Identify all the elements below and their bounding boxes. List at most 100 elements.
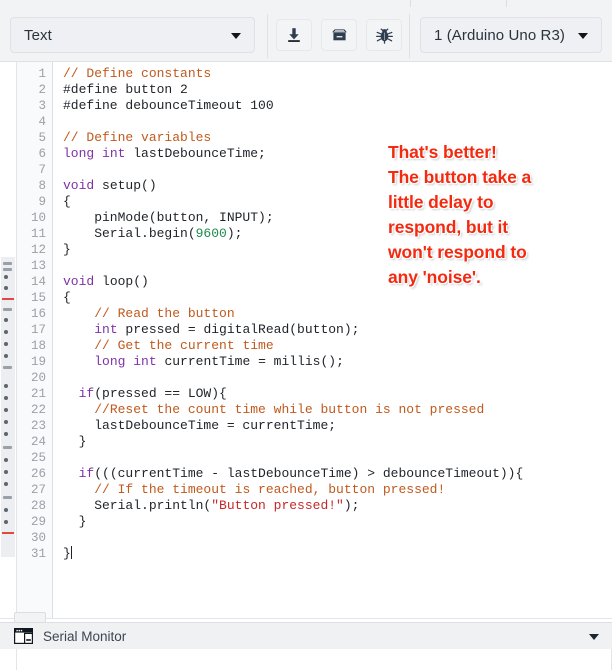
editor-minimap-scrollbar[interactable] [0,62,17,618]
code-line[interactable] [63,530,612,546]
code-line[interactable]: int pressed = digitalRead(button); [63,322,612,338]
code-token-pl: ); [226,226,243,241]
board-select[interactable]: 1 (Arduino Uno R3) [420,17,602,53]
minimap-mark [4,354,8,358]
chevron-down-icon[interactable] [589,634,599,640]
code-line[interactable]: } [63,514,612,530]
line-number: 7 [38,163,46,177]
chevron-down-icon [578,33,588,39]
line-number: 30 [30,531,46,545]
line-number: 11 [30,227,46,241]
annotation-line: little delay to [388,192,494,212]
code-line[interactable]: // Read the button [63,306,612,322]
code-line[interactable]: //Reset the count time while button is n… [63,402,612,418]
code-token-str: "Button pressed!" [211,498,344,513]
debug-button[interactable] [366,19,402,51]
archive-button[interactable] [321,19,357,51]
line-number: 4 [38,115,46,129]
minimap-mark [3,262,12,265]
minimap-mark [3,308,12,311]
minimap-mark [4,396,8,400]
code-line[interactable]: // If the timeout is reached, button pre… [63,482,612,498]
minimap-mark [4,330,8,334]
board-select-value: 1 (Arduino Uno R3) [434,26,566,44]
minimap-mark [2,298,14,300]
annotation-line: won't respond to [388,242,527,262]
code-token-kw: long [94,354,126,369]
serial-monitor-bar[interactable]: Serial Monitor [0,622,612,650]
minimap-mark [4,520,8,524]
minimap-mark [3,496,12,499]
code-token-pl: pinMode(button, INPUT); [63,210,274,225]
code-line[interactable] [63,370,612,386]
minimap-mark [4,318,8,322]
minimap-mark [4,482,8,486]
line-number: 9 [38,195,46,209]
code-line[interactable]: // Get the current time [63,338,612,354]
line-number-gutter: 1 2 3 4 5 6 7 8 9 10 11 12 13 14 15 16 17 18 19 20 21 22 23 24 2… [17,62,53,618]
upload-button[interactable] [276,19,312,51]
code-token-pl: pressed = digitalRead(button); [117,322,360,337]
minimap-mark [4,458,8,462]
code-line[interactable]: if(((currentTime - lastDebounceTime) > d… [63,466,612,482]
archive-box-icon [330,26,349,44]
line-number: 3 [38,99,46,113]
minimap-mark [4,384,8,388]
line-number: 26 [30,467,46,481]
line-number: 12 [30,243,46,257]
bug-icon [375,26,394,44]
serial-body-left-edge [16,649,17,670]
code-line[interactable]: } [63,546,612,562]
annotation-line: respond, but it [388,217,509,237]
top-tab-strip [0,0,612,7]
code-token-kw: void [63,274,95,289]
line-number: 14 [30,275,46,289]
code-token-com: // Read the button [94,306,235,321]
toolbar-separator-right [409,14,410,58]
code-token-pl: setup() [94,178,157,193]
code-line[interactable]: #define debounceTimeout 100 [63,98,612,114]
code-token-pl: currentTime = millis(); [156,354,344,369]
code-token-pl: } [63,242,71,257]
code-line[interactable]: #define button 2 [63,82,612,98]
code-token-kw: int [133,354,157,369]
line-number: 2 [38,83,46,97]
code-line[interactable]: long int currentTime = millis(); [63,354,612,370]
download-arrow-icon [285,26,303,44]
code-token-pl: } [63,546,71,561]
code-line[interactable]: if(pressed == LOW){ [63,386,612,402]
minimap-mark [4,432,8,436]
line-number: 31 [30,547,46,561]
line-number: 5 [38,131,46,145]
annotation-line: any 'noise'. [388,267,481,287]
code-token-kw: void [63,178,95,193]
line-number: 1 [38,67,46,81]
code-line[interactable]: { [63,290,612,306]
code-token-pl: { [63,290,71,305]
line-number: 13 [30,259,46,273]
minimap-thumb[interactable] [1,257,15,557]
code-line[interactable]: } [63,434,612,450]
code-line[interactable] [63,114,612,130]
code-token-pl: Serial.println( [63,498,212,513]
type-select[interactable]: Text [10,17,255,53]
code-token-com: // Define variables [63,130,212,145]
line-number: 10 [30,211,46,225]
minimap-mark [3,268,12,271]
code-token-pl: } [63,514,87,529]
minimap-mark [4,275,8,279]
code-token-pl: } [63,434,87,449]
code-line[interactable]: // Define constants [63,66,612,82]
line-number: 17 [30,323,46,337]
code-line[interactable]: lastDebounceTime = currentTime; [63,418,612,434]
text-cursor [70,546,72,559]
code-token-pl: (((currentTime - lastDebounceTime) > deb… [94,466,524,481]
serial-monitor-body [0,649,612,670]
code-token-pl: lastDebounceTime = currentTime; [63,418,337,433]
code-line[interactable] [63,450,612,466]
code-line[interactable]: Serial.println("Button pressed!"); [63,498,612,514]
